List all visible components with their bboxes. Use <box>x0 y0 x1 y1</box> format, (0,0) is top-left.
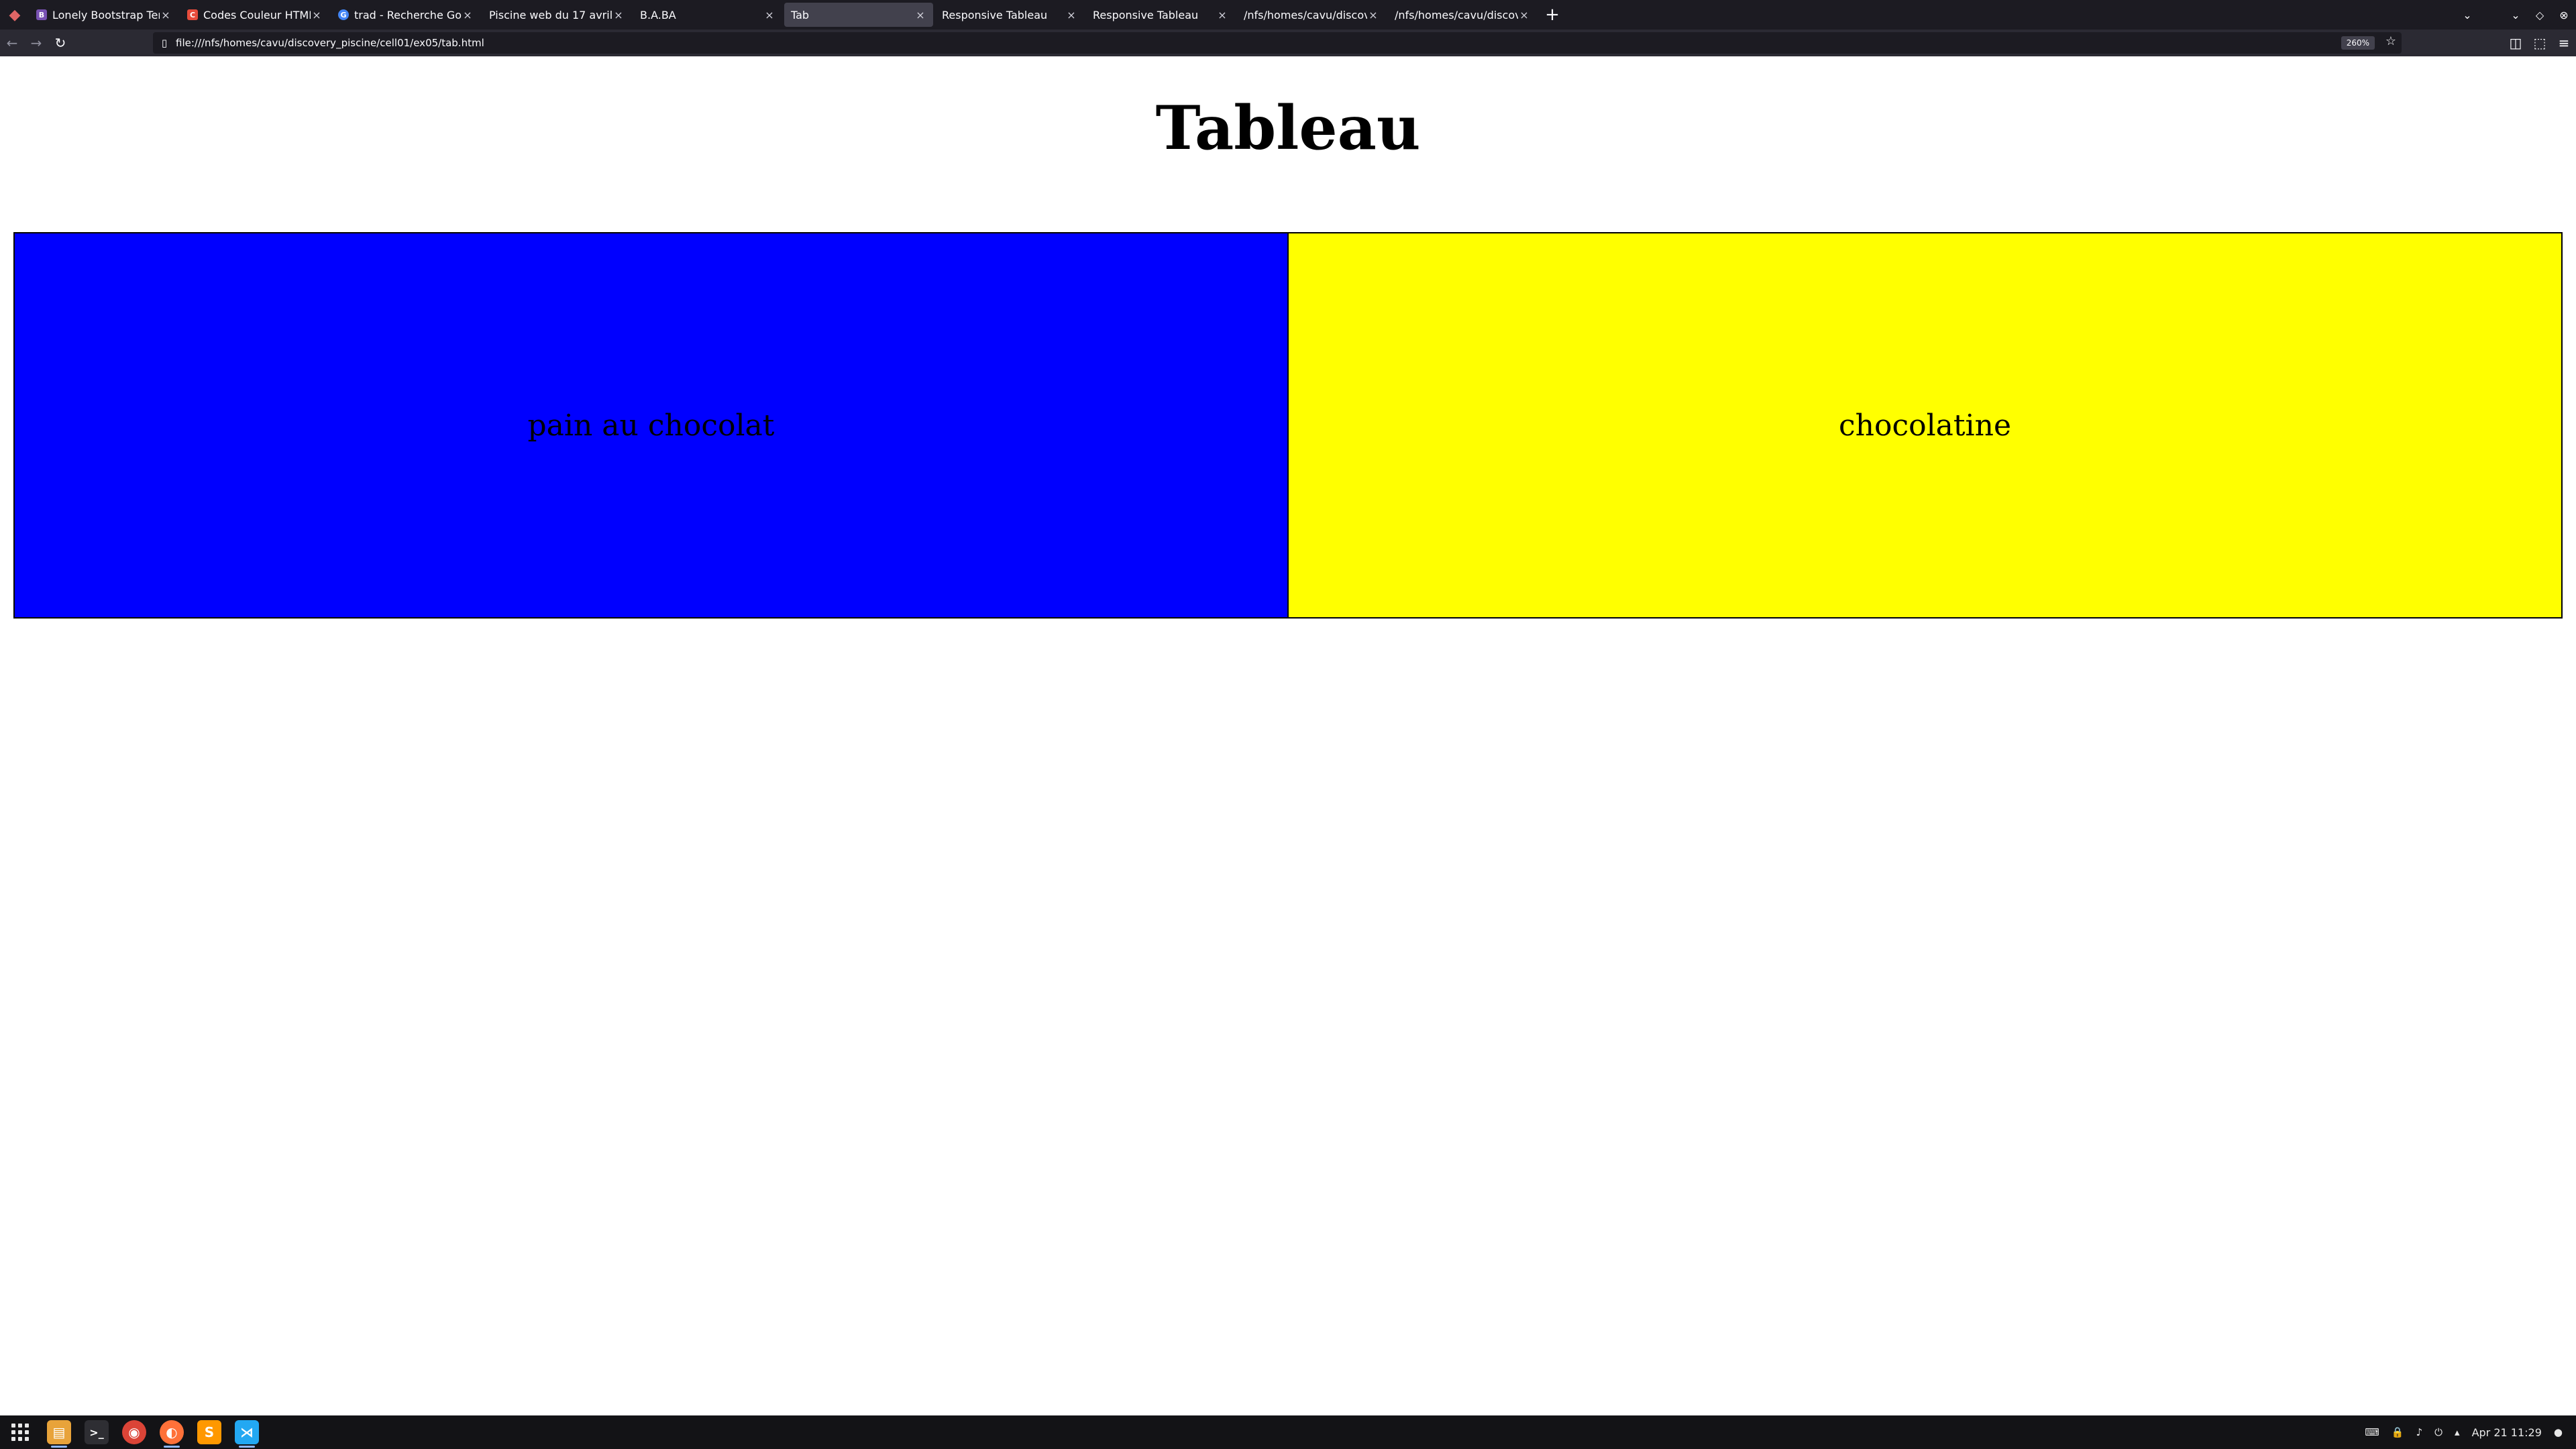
tray-expand-icon[interactable]: ▴ <box>2455 1426 2460 1438</box>
toolbar-right: ◫ ⬚ ≡ <box>2504 30 2576 56</box>
keyboard-icon[interactable]: ⌨ <box>2365 1426 2379 1438</box>
tab-title: Responsive Tableau <box>1093 8 1199 21</box>
files-app-icon[interactable]: ▤ <box>40 1415 78 1449</box>
system-tray: ⌨ 🔒 ♪ ⏻ ▴ Apr 21 11:29 ● <box>2365 1415 2563 1449</box>
url-bar[interactable]: ▯ file:///nfs/homes/cavu/discovery_pisci… <box>153 32 2402 54</box>
tab-title: Lonely Bootstrap Templa <box>52 8 160 21</box>
page-title: Tableau <box>1155 93 1421 164</box>
codes-couleur-favicon-icon: C <box>187 9 198 20</box>
tab-title: Tab <box>791 8 810 21</box>
navigation-toolbar: ← → ↻ ▯ file:///nfs/homes/cavu/discovery… <box>0 30 2576 56</box>
close-tab-icon[interactable]: × <box>612 9 625 21</box>
close-tab-icon[interactable]: × <box>1216 9 1228 21</box>
firefox-app-icon[interactable]: ◐ <box>153 1415 191 1449</box>
url-text[interactable]: file:///nfs/homes/cavu/discovery_piscine… <box>176 37 484 49</box>
power-icon[interactable]: ⏻ <box>2434 1426 2443 1438</box>
reload-icon[interactable]: ↻ <box>48 30 72 56</box>
tab-title: Codes Couleur HTML <box>203 8 311 21</box>
close-window-icon[interactable]: ⊗ <box>2552 0 2576 30</box>
minimize-icon[interactable]: ⌄ <box>2504 0 2528 30</box>
close-tab-icon[interactable]: × <box>763 9 775 21</box>
table-cell-chocolatine: chocolatine <box>1289 233 2561 617</box>
close-tab-icon[interactable]: × <box>1367 9 1379 21</box>
pocket-icon[interactable]: ◫ <box>2504 30 2528 56</box>
list-all-tabs-icon[interactable]: ⌄ <box>2455 0 2479 30</box>
tab-tab-active[interactable]: Tab × <box>784 3 933 27</box>
zoom-level-badge[interactable]: 260% <box>2341 36 2375 50</box>
firefox-view-icon[interactable]: ◆ <box>0 0 30 30</box>
bootstrap-favicon-icon: B <box>36 9 47 20</box>
tab-nfs-path-2[interactable]: /nfs/homes/cavu/discovery_ × <box>1388 3 1537 27</box>
app-launcher-icon[interactable] <box>0 1415 40 1449</box>
tab-title: B.A.BA <box>640 8 676 21</box>
table-cell-pain-au-chocolat: pain au chocolat <box>15 233 1289 617</box>
tab-strip: B Lonely Bootstrap Templa × C Codes Coul… <box>30 0 1539 30</box>
close-tab-icon[interactable]: × <box>914 9 926 21</box>
close-tab-icon[interactable]: × <box>462 9 474 21</box>
tab-title: Responsive Tableau <box>942 8 1048 21</box>
page-viewport: Tableau pain au chocolat chocolatine <box>0 56 2576 1415</box>
taskbar: ▤ >_ ◉ ◐ S ⋊ ⌨ 🔒 ♪ ⏻ ▴ Apr 21 11:29 ● <box>0 1415 2576 1449</box>
tab-nfs-path-1[interactable]: /nfs/homes/cavu/discovery_ × <box>1237 3 1386 27</box>
sublime-text-app-icon[interactable]: S <box>191 1415 228 1449</box>
close-tab-icon[interactable]: × <box>311 9 323 21</box>
extensions-icon[interactable]: ⬚ <box>2528 30 2552 56</box>
new-tab-button[interactable]: + <box>1539 0 1566 30</box>
tab-title: /nfs/homes/cavu/discovery_ <box>1395 8 1518 21</box>
terminal-app-icon[interactable]: >_ <box>78 1415 115 1449</box>
table: pain au chocolat chocolatine <box>13 232 2563 619</box>
vscode-app-icon[interactable]: ⋊ <box>228 1415 266 1449</box>
tab-bar: ◆ B Lonely Bootstrap Templa × C Codes Co… <box>0 0 2576 30</box>
tab-responsive-tableau-1[interactable]: Responsive Tableau × <box>935 3 1084 27</box>
chrome-app-icon[interactable]: ◉ <box>115 1415 153 1449</box>
tab-title: trad - Recherche Google <box>354 8 462 21</box>
google-favicon-icon: G <box>338 9 349 20</box>
maximize-icon[interactable]: ◇ <box>2528 0 2552 30</box>
close-tab-icon[interactable]: × <box>1518 9 1530 21</box>
clock[interactable]: Apr 21 11:29 <box>2472 1426 2542 1439</box>
page-file-icon: ▯ <box>161 37 168 49</box>
tab-title: /nfs/homes/cavu/discovery_ <box>1244 8 1367 21</box>
tab-title: Piscine web du 17 avril 2023 <box>489 8 612 21</box>
menu-icon[interactable]: ≡ <box>2552 30 2576 56</box>
close-tab-icon[interactable]: × <box>1065 9 1077 21</box>
volume-icon[interactable]: ♪ <box>2416 1426 2423 1438</box>
tab-lonely-bootstrap[interactable]: B Lonely Bootstrap Templa × <box>30 3 178 27</box>
lock-icon[interactable]: 🔒 <box>2392 1426 2404 1438</box>
tab-responsive-tableau-2[interactable]: Responsive Tableau × <box>1086 3 1235 27</box>
tab-piscine-web[interactable]: Piscine web du 17 avril 2023 × <box>482 3 631 27</box>
window-controls: ⌄ ◇ ⊗ <box>2504 0 2576 30</box>
forward-icon[interactable]: → <box>24 30 48 56</box>
notification-dot-icon[interactable]: ● <box>2554 1426 2563 1438</box>
bookmark-star-icon[interactable]: ☆ <box>2385 34 2396 48</box>
tab-codes-couleur[interactable]: C Codes Couleur HTML × <box>180 3 329 27</box>
tab-baba[interactable]: B.A.BA × <box>633 3 782 27</box>
tab-google-search[interactable]: G trad - Recherche Google × <box>331 3 480 27</box>
back-icon[interactable]: ← <box>0 30 24 56</box>
close-tab-icon[interactable]: × <box>160 9 172 21</box>
